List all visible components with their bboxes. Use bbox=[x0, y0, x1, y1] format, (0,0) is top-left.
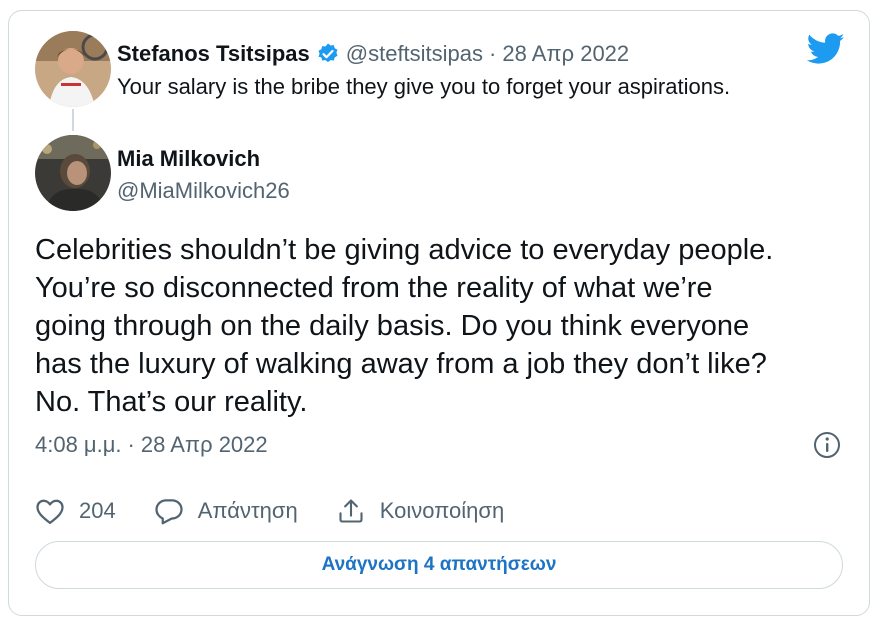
tweet-text-line: You’re so disconnected from the reality … bbox=[35, 272, 713, 304]
reply-label: Απάντηση bbox=[197, 498, 298, 523]
avatar-mia[interactable] bbox=[35, 135, 111, 211]
tweet-text: Celebrities shouldn’t be giving advice t… bbox=[35, 231, 855, 421]
author-name[interactable]: Mia Milkovich bbox=[117, 146, 260, 172]
author-handle[interactable]: @MiaMilkovich26 bbox=[117, 178, 290, 204]
quoted-tweet-date[interactable]: 28 Απρ 2022 bbox=[502, 41, 629, 67]
share-icon bbox=[339, 499, 363, 523]
tweet-text-line: No. That’s our reality. bbox=[35, 386, 308, 418]
separator-dot: · bbox=[127, 432, 135, 457]
avatar-stefanos[interactable] bbox=[35, 31, 111, 107]
like-button[interactable]: 204 bbox=[35, 497, 116, 525]
tweet-timestamp[interactable]: 4:08 μ.μ. · 28 Απρ 2022 bbox=[35, 432, 268, 458]
tweet-date[interactable]: 28 Απρ 2022 bbox=[141, 432, 268, 457]
share-button[interactable]: Κοινοποίηση bbox=[336, 497, 505, 525]
like-count: 204 bbox=[79, 498, 116, 523]
heart-icon bbox=[36, 499, 64, 524]
quoted-tweet-text: Your salary is the bribe they give you t… bbox=[117, 74, 731, 99]
separator-dot: · bbox=[489, 41, 497, 66]
reply-button[interactable]: Απάντηση bbox=[154, 497, 298, 525]
tweet-time[interactable]: 4:08 μ.μ. bbox=[35, 432, 122, 457]
tweet-text-line: Celebrities shouldn’t be giving advice t… bbox=[35, 234, 774, 266]
embedded-tweet-card: Stefanos Tsitsipas @steftsitsipas · 28 Α… bbox=[8, 10, 870, 616]
quoted-author-handle[interactable]: @steftsitsipas bbox=[346, 41, 483, 67]
quoted-author-name[interactable]: Stefanos Tsitsipas bbox=[117, 41, 310, 67]
read-replies-button[interactable]: Ανάγνωση 4 απαντήσεων bbox=[35, 541, 843, 589]
share-label: Κοινοποίηση bbox=[379, 498, 505, 523]
verified-badge-icon bbox=[316, 42, 340, 66]
thread-connector-line bbox=[72, 109, 74, 131]
tweet-actions-bar: 204 Απάντηση Κοινοποίηση bbox=[35, 491, 542, 531]
info-icon[interactable] bbox=[811, 429, 843, 461]
tweet-text-line: going through on the daily basis. Do you… bbox=[35, 310, 750, 342]
quoted-tweet-header: Stefanos Tsitsipas @steftsitsipas · 28 Α… bbox=[117, 39, 629, 69]
tweet-text-line: has the luxury of walking away from a jo… bbox=[35, 348, 767, 380]
reply-bubble-icon bbox=[155, 499, 183, 525]
twitter-bird-icon[interactable] bbox=[806, 33, 845, 70]
